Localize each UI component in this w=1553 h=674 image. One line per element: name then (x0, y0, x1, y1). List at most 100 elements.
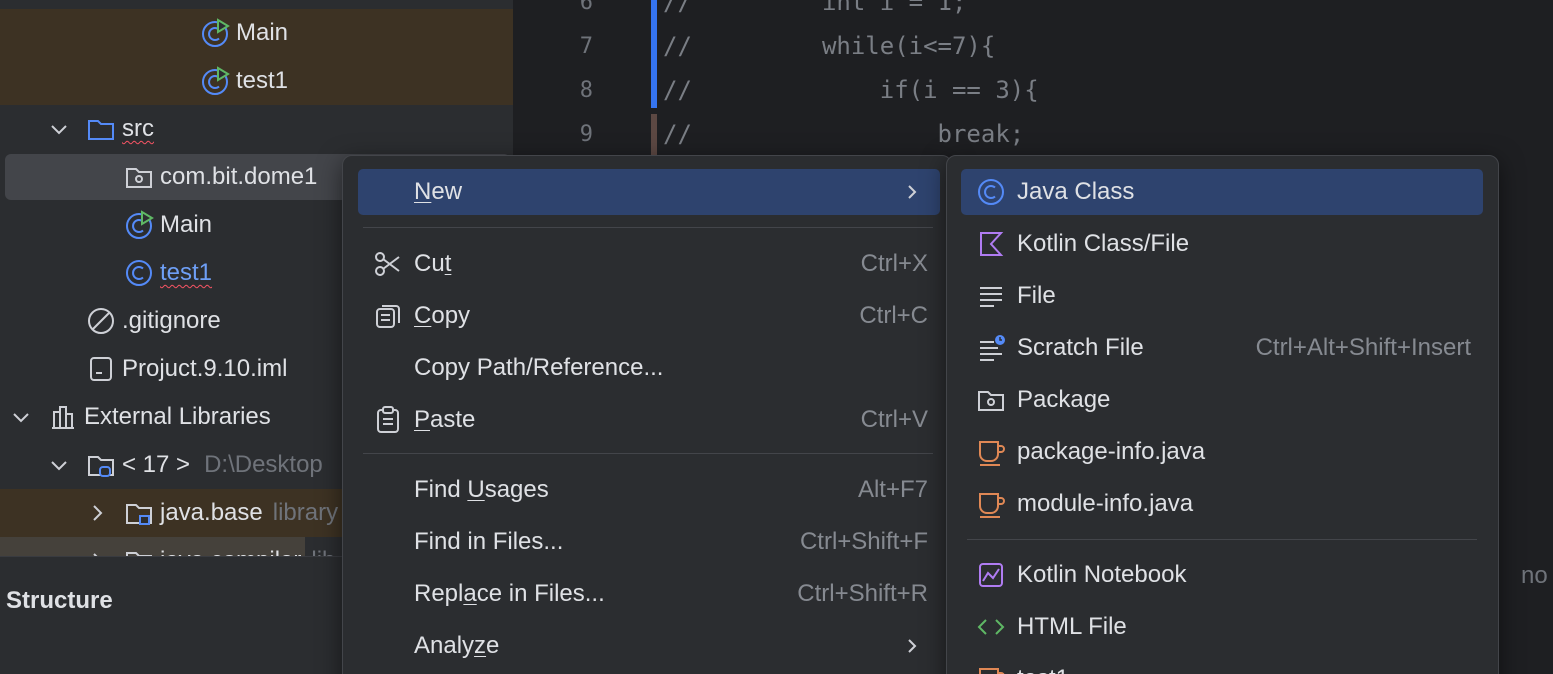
menu-item-copy-path[interactable]: Copy Path/Reference... (358, 345, 940, 391)
code-line[interactable]: // while(i<=7){ (663, 32, 995, 60)
html-icon (977, 619, 1005, 635)
menu-item-label: Copy (414, 302, 471, 329)
submenu-item-label: test1 (1017, 665, 1069, 674)
tree-item-label: Main (160, 211, 213, 238)
submenu-item-scratch-file[interactable]: Scratch File Ctrl+Alt+Shift+Insert (961, 325, 1483, 371)
submenu-item-kotlin-notebook[interactable]: Kotlin Notebook (961, 552, 1483, 598)
submenu-item-label: Kotlin Class/File (1017, 230, 1190, 257)
menu-item-label: Find Usages (414, 476, 549, 503)
menu-item-paste[interactable]: Paste Ctrl+V (358, 397, 940, 443)
tree-item-label: Main (236, 19, 289, 46)
menu-separator (363, 453, 933, 454)
tree-item-label: test1 (236, 67, 289, 94)
line-number: 6 (579, 0, 593, 15)
java-cup-icon (979, 441, 1005, 466)
java-class-icon (126, 260, 152, 286)
tree-item-test1-runnable[interactable]: test1 (0, 57, 513, 105)
clipboard-icon (377, 406, 399, 433)
chevron-down-icon[interactable] (48, 118, 70, 140)
java-cup-icon (979, 668, 1005, 674)
package-icon (126, 168, 152, 188)
file-lines-icon (980, 287, 1002, 307)
java-cup-icon (979, 493, 1005, 518)
tree-item-label: com.bit.dome1 (160, 163, 318, 190)
menu-item-new[interactable]: New (358, 169, 940, 215)
java-class-runnable-icon (126, 210, 154, 239)
context-menu: New Cut Ctrl+X Copy Ctrl+C Copy Path/Ref… (342, 155, 952, 674)
new-submenu: Java Class Kotlin Class/File File Scratc… (946, 155, 1499, 674)
submenu-item-kotlin-class[interactable]: Kotlin Class/File (961, 221, 1483, 267)
submenu-item-shortcut: Ctrl+Alt+Shift+Insert (1255, 334, 1471, 361)
submenu-item-file[interactable]: File (961, 273, 1483, 319)
menu-item-shortcut: Ctrl+Shift+F (799, 528, 928, 555)
tree-item-main-runnable[interactable]: Main (0, 9, 513, 57)
submenu-item-package[interactable]: Package (961, 377, 1483, 423)
menu-item-label: New (414, 178, 463, 205)
vcs-change-marker[interactable] (651, 114, 657, 156)
menu-item-label: Copy Path/Reference... (414, 354, 664, 381)
menu-separator (967, 539, 1477, 540)
line-number: 7 (579, 34, 593, 59)
submenu-item-label: Java Class (1017, 178, 1135, 205)
menu-item-label: Paste (414, 406, 476, 433)
copy-icon (376, 305, 400, 328)
submenu-item-package-info[interactable]: package-info.java (961, 429, 1483, 475)
ignored-file-icon (88, 308, 114, 334)
module-file-icon (90, 357, 112, 381)
tree-item-hint: D:\Desktop (204, 451, 323, 478)
menu-separator (363, 227, 933, 228)
code-line[interactable]: // int i = 1; (663, 0, 966, 16)
chevron-right-icon (908, 639, 917, 653)
vcs-change-marker[interactable] (651, 0, 657, 108)
line-number: 9 (579, 122, 593, 147)
tree-item-label: java.compiler (160, 547, 301, 556)
package-folder-icon (978, 391, 1004, 411)
submenu-item-template-test1[interactable]: test1 (961, 656, 1483, 674)
tree-item-src[interactable]: src (0, 105, 513, 153)
menu-item-copy[interactable]: Copy Ctrl+C (358, 293, 940, 339)
menu-item-shortcut: Ctrl+V (860, 406, 928, 433)
menu-item-label: Cut (414, 250, 452, 277)
tree-item-hint: library (272, 499, 339, 526)
submenu-item-html-file[interactable]: HTML File (961, 604, 1483, 650)
chevron-right-icon[interactable] (86, 502, 108, 524)
scratch-file-icon (980, 335, 1005, 361)
line-number: 8 (579, 78, 593, 103)
submenu-item-module-info[interactable]: module-info.java (961, 481, 1483, 527)
menu-item-find-usages[interactable]: Find Usages Alt+F7 (358, 467, 940, 513)
structure-title[interactable]: Structure (6, 587, 113, 615)
menu-item-label: Replace in Files... (414, 580, 605, 607)
tree-item-label: .gitignore (122, 307, 221, 334)
code-line[interactable]: // break; (663, 120, 1024, 148)
submenu-item-label: Kotlin Notebook (1017, 561, 1187, 588)
java-class-runnable-icon (202, 66, 230, 95)
submenu-item-label: Package (1017, 386, 1111, 413)
menu-item-analyze[interactable]: Analyze (358, 623, 940, 669)
chevron-right-icon (908, 185, 917, 199)
submenu-item-label: module-info.java (1017, 490, 1194, 517)
submenu-item-java-class[interactable]: Java Class (961, 169, 1483, 215)
java-class-icon (978, 179, 1004, 205)
module-folder-icon (126, 504, 152, 525)
tree-item-label: src (122, 115, 154, 142)
menu-item-shortcut: Alt+F7 (857, 476, 928, 503)
menu-item-find-in-files[interactable]: Find in Files... Ctrl+Shift+F (358, 519, 940, 565)
menu-item-shortcut: Ctrl+X (860, 250, 928, 277)
code-line[interactable]: // if(i == 3){ (663, 76, 1039, 104)
tree-item-label: < 17 > (122, 451, 191, 478)
submenu-item-label: package-info.java (1017, 438, 1206, 465)
submenu-item-label: HTML File (1017, 613, 1127, 640)
menu-item-cut[interactable]: Cut Ctrl+X (358, 241, 940, 287)
submenu-item-label: File (1017, 282, 1056, 309)
module-folder-icon (126, 552, 152, 556)
menu-item-replace-in-files[interactable]: Replace in Files... Ctrl+Shift+R (358, 571, 940, 617)
chevron-down-icon[interactable] (10, 406, 32, 428)
kotlin-notebook-icon (979, 563, 1003, 587)
kotlin-icon (980, 232, 1004, 256)
submenu-item-label: Scratch File (1017, 334, 1144, 361)
chevron-down-icon[interactable] (48, 454, 70, 476)
tree-item-hint: lib (311, 547, 335, 556)
java-class-runnable-icon (202, 18, 230, 47)
menu-item-label: Analyze (414, 632, 500, 659)
libraries-icon (52, 406, 74, 429)
